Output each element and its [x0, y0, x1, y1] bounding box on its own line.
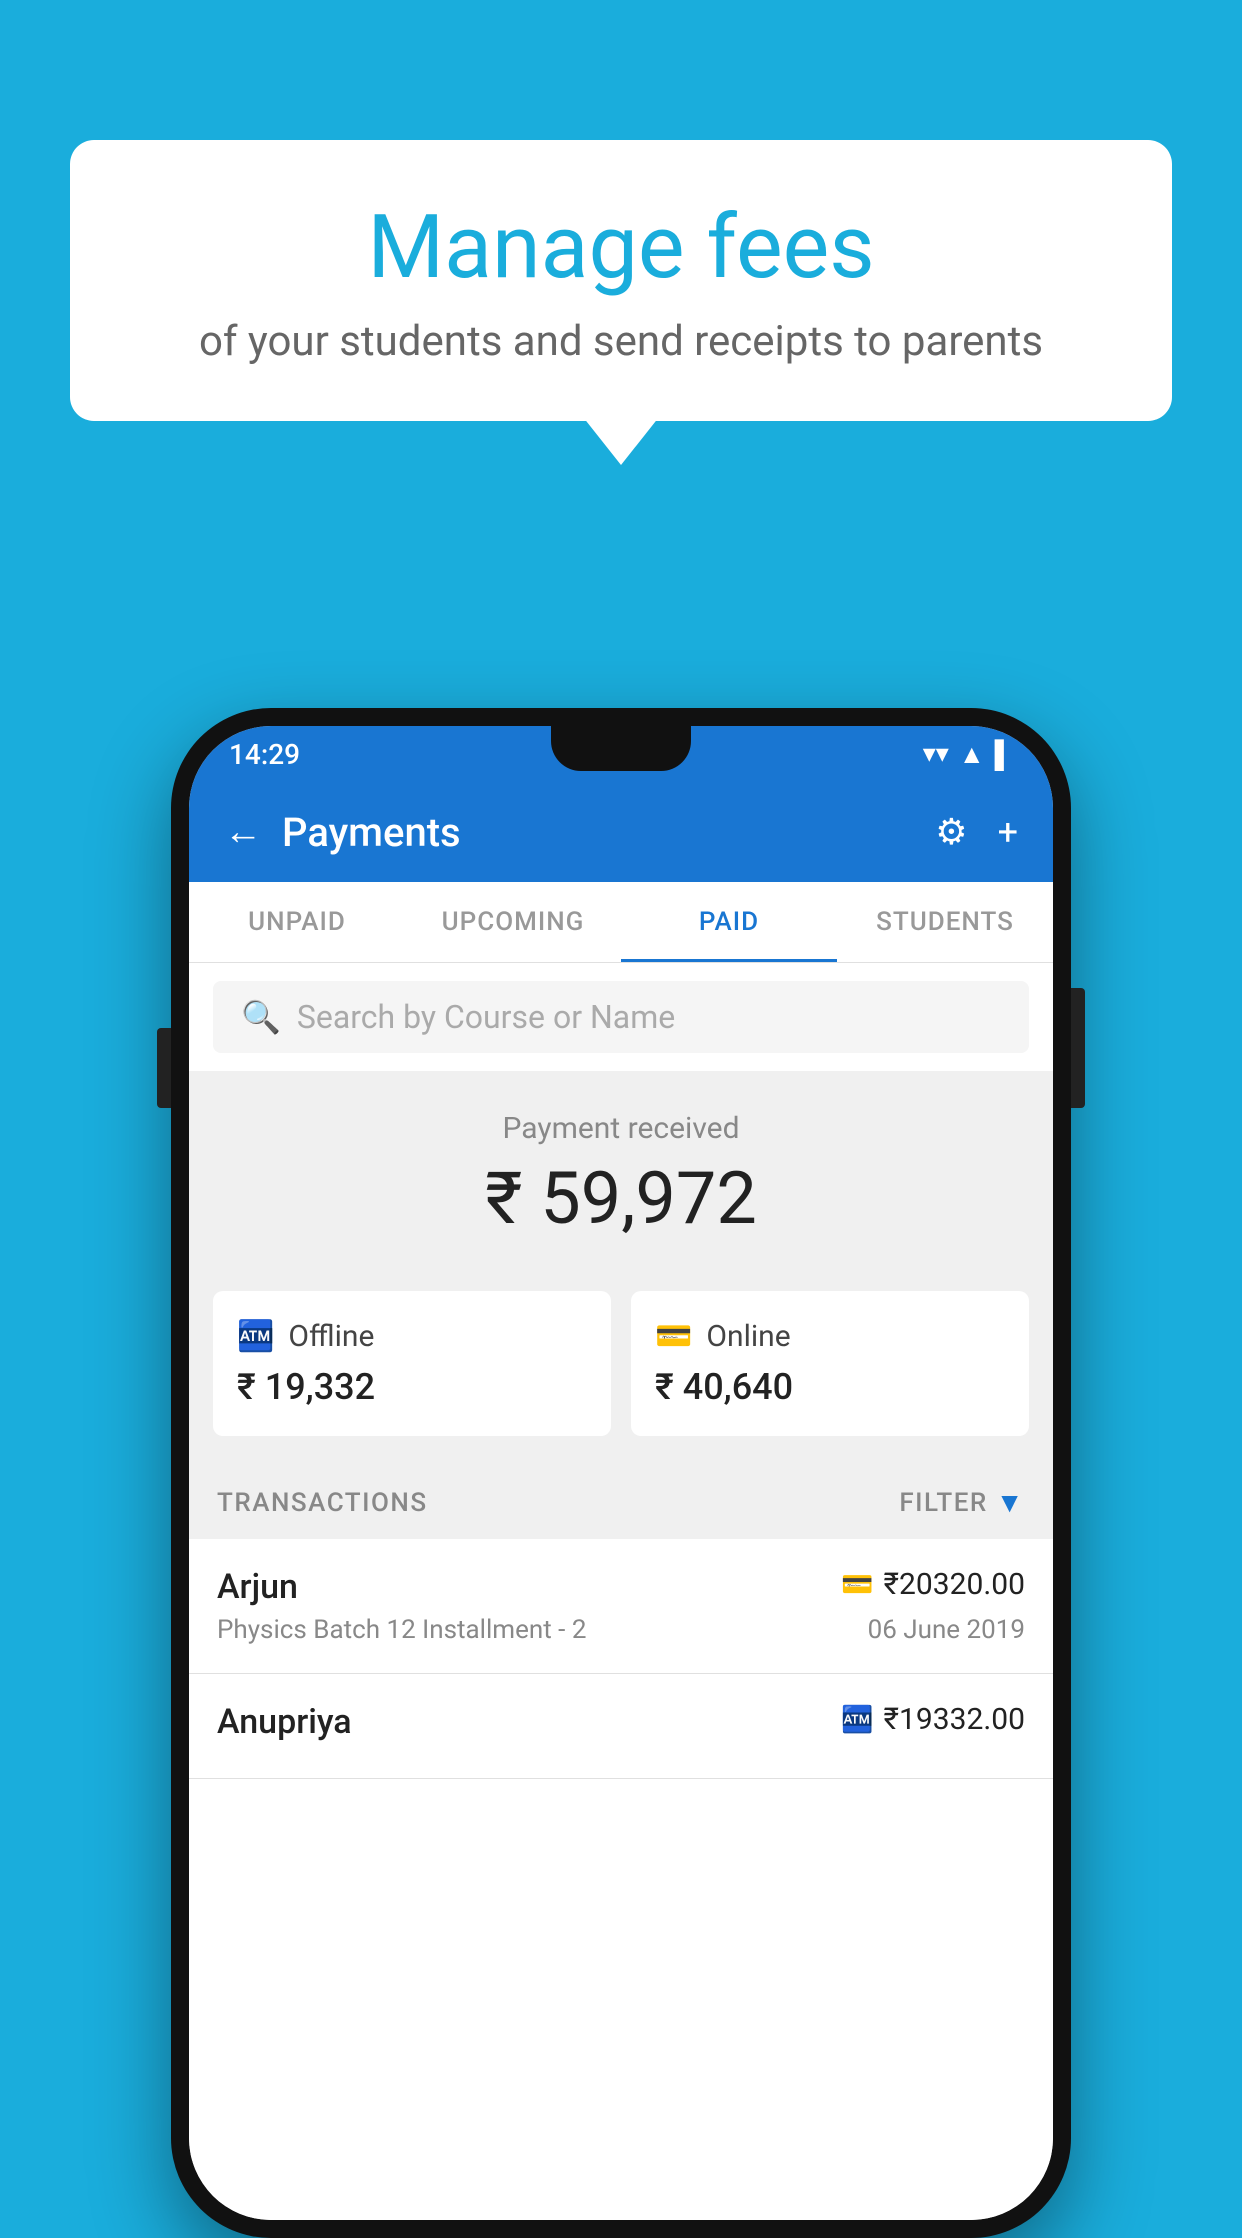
transaction-details-1: Physics Batch 12 Installment - 2 06 June…: [217, 1615, 1025, 1645]
speech-bubble: Manage fees of your students and send re…: [70, 140, 1172, 421]
tab-paid[interactable]: PAID: [621, 882, 837, 962]
transactions-label: TRANSACTIONS: [217, 1488, 428, 1518]
transaction-item-2[interactable]: Anupriya 🏧 ₹19332.00: [189, 1674, 1053, 1779]
transaction-row-1: Arjun 💳 ₹20320.00: [217, 1567, 1025, 1607]
header-title: Payments: [282, 809, 935, 856]
transactions-list: Arjun 💳 ₹20320.00 Physics Batch 12 Insta…: [189, 1539, 1053, 2220]
filter-button[interactable]: FILTER ▼: [899, 1486, 1025, 1519]
settings-icon[interactable]: ⚙: [935, 811, 967, 853]
offline-mode-icon-2: 🏧: [841, 1705, 873, 1735]
phone-notch: [551, 726, 691, 771]
online-mode-icon-1: 💳: [841, 1570, 873, 1600]
offline-payment-card: 🏧 Offline ₹ 19,332: [213, 1291, 611, 1436]
transaction-name-1: Arjun: [217, 1567, 298, 1607]
phone-screen: 14:29 ▾▾ ▲ ▌ ← Payments ⚙ + UNPAID UPCOM…: [189, 726, 1053, 2220]
battery-icon: ▌: [995, 739, 1013, 770]
transaction-amount-row-1: 💳 ₹20320.00: [841, 1567, 1025, 1602]
tabs: UNPAID UPCOMING PAID STUDENTS: [189, 882, 1053, 963]
back-button[interactable]: ←: [224, 810, 262, 854]
tab-students[interactable]: STUDENTS: [837, 882, 1053, 962]
online-amount: ₹ 40,640: [655, 1366, 1005, 1408]
offline-amount: ₹ 19,332: [237, 1366, 587, 1408]
signal-icon: ▲: [959, 739, 985, 770]
transaction-amount-1: ₹20320.00: [884, 1567, 1025, 1602]
payment-summary: Payment received ₹ 59,972: [189, 1071, 1053, 1271]
payment-received-label: Payment received: [189, 1111, 1053, 1146]
transaction-item[interactable]: Arjun 💳 ₹20320.00 Physics Batch 12 Insta…: [189, 1539, 1053, 1674]
search-container: 🔍 Search by Course or Name: [189, 963, 1053, 1071]
search-icon: 🔍: [241, 998, 281, 1036]
wifi-icon: ▾▾: [923, 739, 949, 769]
speech-bubble-container: Manage fees of your students and send re…: [70, 140, 1172, 421]
online-icon: 💳: [655, 1319, 692, 1354]
transaction-amount-row-2: 🏧 ₹19332.00: [841, 1702, 1025, 1737]
online-label: Online: [706, 1319, 790, 1354]
bubble-title: Manage fees: [120, 200, 1122, 297]
transaction-date-1: 06 June 2019: [868, 1615, 1025, 1645]
filter-icon: ▼: [996, 1486, 1025, 1519]
payment-total-amount: ₹ 59,972: [189, 1156, 1053, 1241]
search-bar[interactable]: 🔍 Search by Course or Name: [213, 981, 1029, 1053]
app-header: ← Payments ⚙ +: [189, 782, 1053, 882]
status-icons: ▾▾ ▲ ▌: [923, 739, 1013, 770]
add-icon[interactable]: +: [998, 811, 1018, 853]
filter-label: FILTER: [899, 1488, 987, 1518]
tab-upcoming[interactable]: UPCOMING: [405, 882, 621, 962]
offline-icon: 🏧: [237, 1319, 274, 1354]
search-input[interactable]: Search by Course or Name: [297, 998, 675, 1036]
transaction-name-2: Anupriya: [217, 1702, 352, 1742]
phone-frame: 14:29 ▾▾ ▲ ▌ ← Payments ⚙ + UNPAID UPCOM…: [171, 708, 1071, 2238]
online-card-header: 💳 Online: [655, 1319, 1005, 1354]
online-payment-card: 💳 Online ₹ 40,640: [631, 1291, 1029, 1436]
transaction-row-2: Anupriya 🏧 ₹19332.00: [217, 1702, 1025, 1742]
transaction-amount-2: ₹19332.00: [884, 1702, 1025, 1737]
bubble-subtitle: of your students and send receipts to pa…: [120, 317, 1122, 366]
tab-unpaid[interactable]: UNPAID: [189, 882, 405, 962]
offline-card-header: 🏧 Offline: [237, 1319, 587, 1354]
offline-label: Offline: [288, 1319, 374, 1354]
transaction-course-1: Physics Batch 12 Installment - 2: [217, 1615, 586, 1645]
payment-cards: 🏧 Offline ₹ 19,332 💳 Online ₹ 40,640: [189, 1271, 1053, 1466]
status-time: 14:29: [229, 738, 300, 771]
transactions-header: TRANSACTIONS FILTER ▼: [189, 1466, 1053, 1539]
header-actions: ⚙ +: [935, 811, 1018, 853]
